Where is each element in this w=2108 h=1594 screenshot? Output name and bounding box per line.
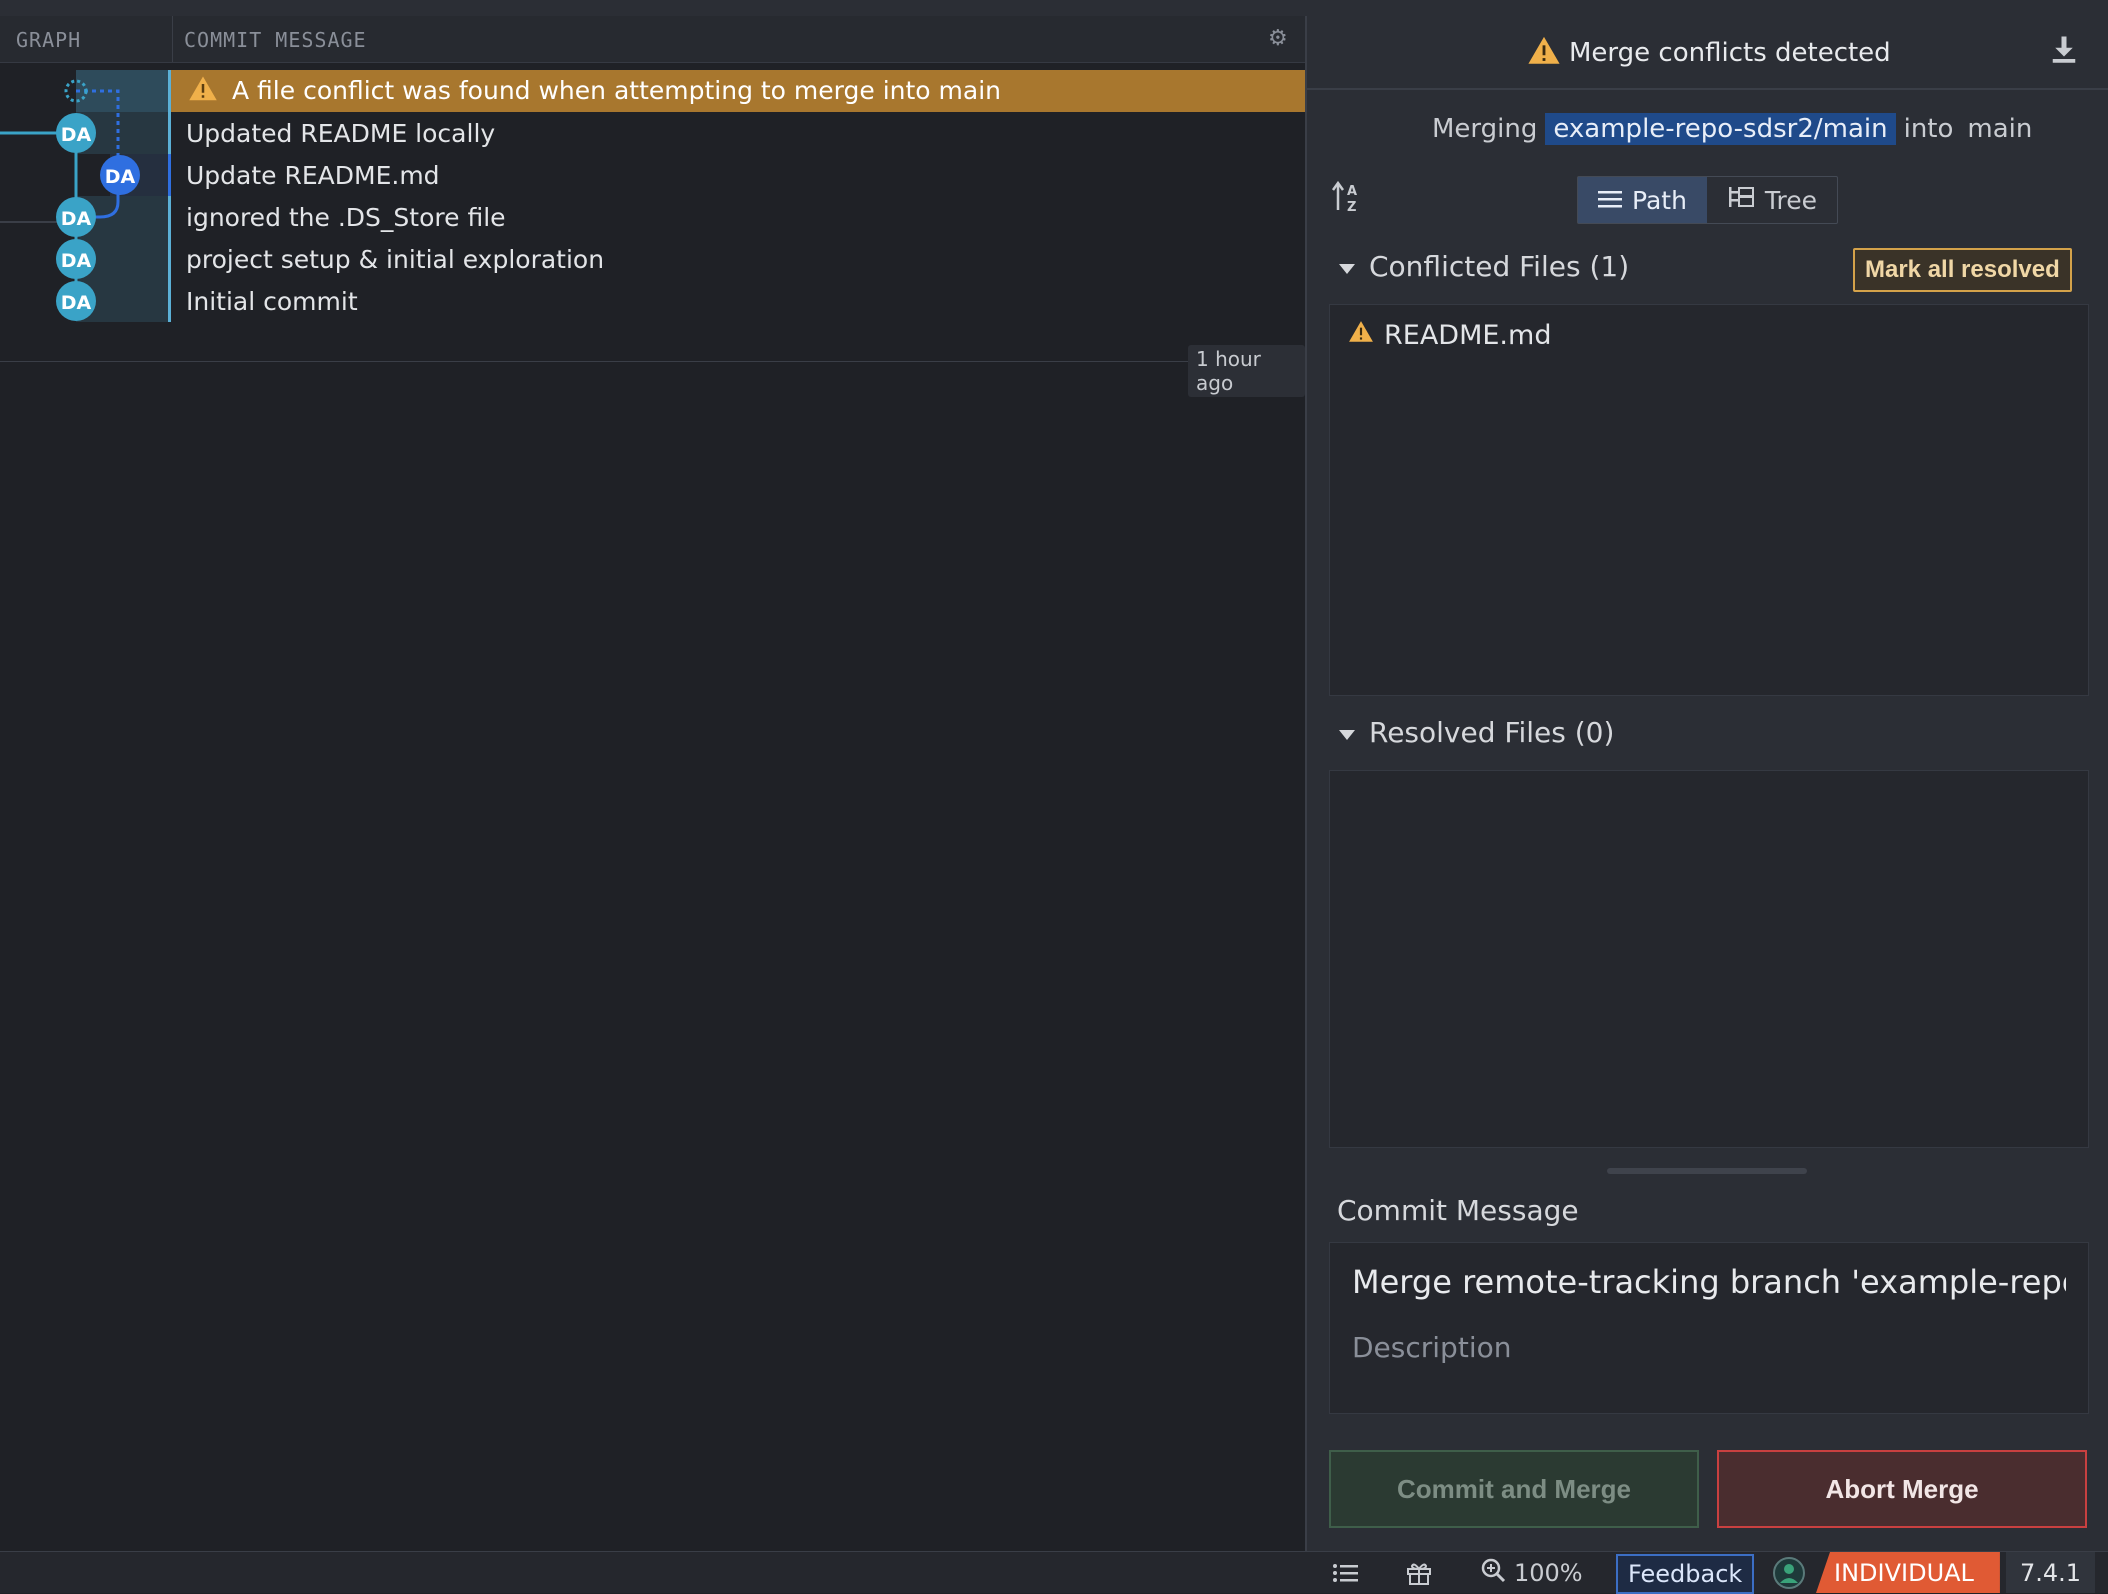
commit-message: ignored the .DS_Store file bbox=[186, 203, 506, 232]
commit-row[interactable]: Updated README locally bbox=[168, 112, 1305, 154]
commit-message-box bbox=[1329, 1242, 2089, 1414]
conflict-banner-row[interactable]: A file conflict was found when attemptin… bbox=[168, 70, 1305, 112]
list-icon[interactable] bbox=[1332, 1552, 1360, 1593]
row-bar bbox=[168, 280, 171, 322]
commit-row[interactable]: project setup & initial exploration bbox=[168, 238, 1305, 280]
zoom-level: 100% bbox=[1514, 1558, 1583, 1587]
timestamp-badge: 1 hour ago bbox=[1188, 345, 1305, 397]
conflicted-file-name: README.md bbox=[1384, 320, 1552, 351]
tree-view-label: Tree bbox=[1764, 185, 1818, 215]
version-badge[interactable]: 7.4.1 bbox=[2006, 1552, 2096, 1593]
resolved-files-list bbox=[1329, 770, 2089, 1148]
conflicted-files-header[interactable]: Conflicted Files (1) bbox=[1337, 250, 1629, 283]
panel-title: Merge conflicts detected bbox=[1569, 38, 1891, 68]
row-bar bbox=[168, 70, 171, 112]
conflicted-files-list: README.md bbox=[1329, 304, 2089, 696]
target-branch: main bbox=[1967, 114, 2033, 144]
commit-row[interactable]: ignored the .DS_Store file bbox=[168, 196, 1305, 238]
resolved-files-title: Resolved Files (0) bbox=[1369, 716, 1615, 749]
commit-summary-input[interactable] bbox=[1352, 1263, 2066, 1301]
feedback-button[interactable]: Feedback bbox=[1616, 1554, 1755, 1594]
svg-text:Z: Z bbox=[1347, 200, 1356, 214]
panel-resize-handle[interactable] bbox=[1607, 1168, 1807, 1174]
commit-graph-panel: GRAPH COMMIT MESSAGE ⚙ DA DA DA DA DA A … bbox=[0, 16, 1305, 1551]
merging-summary: Merging example-repo-sdsr2/main into main bbox=[1432, 113, 2033, 145]
commit-node[interactable]: DA bbox=[56, 113, 96, 153]
commit-node[interactable]: DA bbox=[56, 281, 96, 321]
column-divider[interactable] bbox=[172, 16, 173, 62]
conflicted-files-title: Conflicted Files (1) bbox=[1369, 250, 1630, 283]
download-icon[interactable] bbox=[2049, 34, 2079, 68]
author-initials: DA bbox=[61, 250, 92, 272]
into-label: into bbox=[1903, 114, 1954, 144]
gift-icon[interactable] bbox=[1406, 1552, 1432, 1593]
resolved-files-header[interactable]: Resolved Files (0) bbox=[1337, 716, 1614, 749]
tree-view-button[interactable]: Tree bbox=[1707, 177, 1837, 223]
row-bar bbox=[168, 112, 171, 154]
source-branch[interactable]: example-repo-sdsr2/main bbox=[1545, 113, 1896, 145]
account-avatar-icon[interactable] bbox=[1772, 1552, 1806, 1593]
warning-icon bbox=[1527, 34, 1561, 72]
graph-column-header[interactable]: GRAPH bbox=[16, 28, 81, 52]
commit-node[interactable]: DA bbox=[56, 197, 96, 237]
caret-down-icon bbox=[1337, 250, 1357, 283]
commit-row[interactable]: Update README.md bbox=[168, 154, 1305, 196]
mark-all-resolved-button[interactable]: Mark all resolved bbox=[1853, 248, 2072, 292]
commit-message: project setup & initial exploration bbox=[186, 245, 605, 274]
commit-message: Initial commit bbox=[186, 287, 358, 316]
svg-text:A: A bbox=[1347, 184, 1357, 199]
caret-down-icon bbox=[1337, 716, 1357, 749]
row-bar bbox=[168, 196, 171, 238]
commit-message-label: Commit Message bbox=[1337, 1194, 1579, 1227]
abort-merge-button[interactable]: Abort Merge bbox=[1717, 1450, 2087, 1528]
commit-message: Update README.md bbox=[186, 161, 440, 190]
commit-row[interactable]: Initial commit bbox=[168, 280, 1305, 322]
status-bar: 100% Feedback INDIVIDUAL 7.4.1 bbox=[0, 1551, 2108, 1594]
zoom-control[interactable]: 100% bbox=[1480, 1552, 1583, 1593]
commit-node[interactable]: DA bbox=[100, 155, 140, 195]
path-view-button[interactable]: Path bbox=[1578, 177, 1707, 223]
path-view-label: Path bbox=[1632, 185, 1687, 215]
merging-label: Merging bbox=[1432, 114, 1538, 144]
conflicted-file-item[interactable]: README.md bbox=[1348, 319, 1551, 352]
warning-icon bbox=[1348, 319, 1374, 352]
sort-alphabetical-icon[interactable]: A Z bbox=[1331, 180, 1365, 218]
commit-message-column-header[interactable]: COMMIT MESSAGE bbox=[184, 28, 367, 52]
commit-description-input[interactable] bbox=[1352, 1331, 2066, 1364]
author-initials: DA bbox=[61, 208, 92, 230]
commit-message: Updated README locally bbox=[186, 119, 496, 148]
list-icon bbox=[1598, 186, 1622, 215]
panel-header: Merge conflicts detected bbox=[1307, 16, 2108, 90]
author-initials: DA bbox=[105, 166, 136, 188]
conflict-banner-text: A file conflict was found when attemptin… bbox=[232, 76, 1001, 105]
row-bar bbox=[168, 154, 171, 196]
column-header: GRAPH COMMIT MESSAGE ⚙ bbox=[0, 16, 1305, 63]
commit-and-merge-button[interactable]: Commit and Merge bbox=[1329, 1450, 1699, 1528]
merge-conflict-panel: Merge conflicts detected Merging example-… bbox=[1305, 16, 2108, 1551]
top-toolbar-strip bbox=[0, 0, 2108, 17]
view-toggle: Path Tree bbox=[1577, 176, 1839, 224]
author-initials: DA bbox=[61, 292, 92, 314]
timestamp-separator bbox=[0, 361, 1188, 362]
row-bar bbox=[168, 238, 171, 280]
commit-graph: DA DA DA DA DA bbox=[0, 70, 168, 322]
warning-icon bbox=[188, 74, 218, 108]
zoom-icon bbox=[1480, 1557, 1506, 1589]
license-badge[interactable]: INDIVIDUAL bbox=[1816, 1552, 2000, 1593]
commit-node[interactable]: DA bbox=[56, 239, 96, 279]
tree-icon bbox=[1727, 185, 1755, 215]
gear-icon[interactable]: ⚙ bbox=[1268, 26, 1288, 51]
author-initials: DA bbox=[61, 124, 92, 146]
